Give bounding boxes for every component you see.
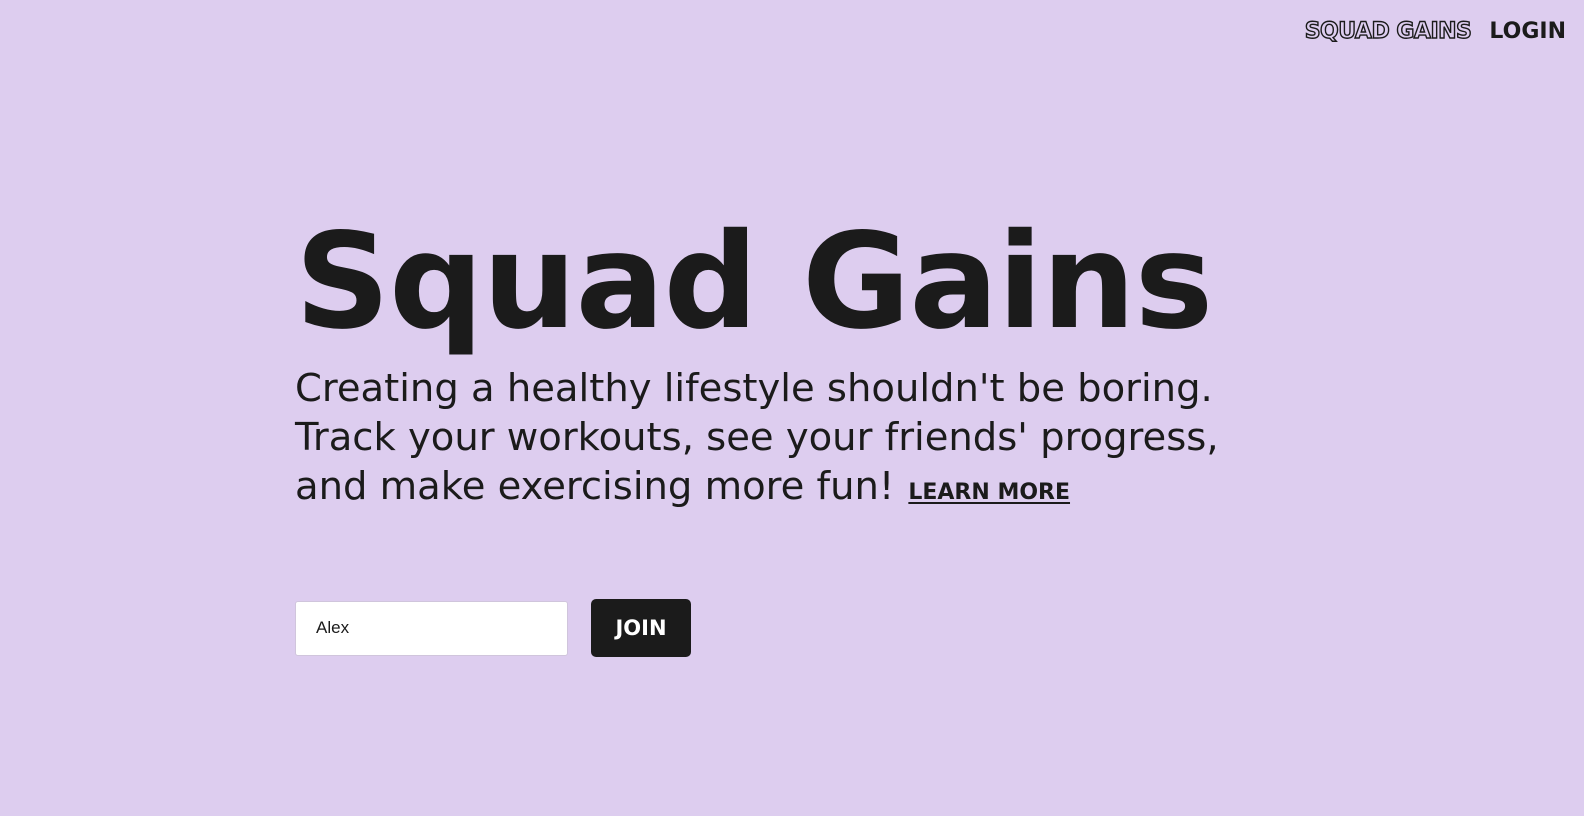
- hero-description-line-1: Creating a healthy lifestyle shouldn't b…: [295, 366, 1213, 411]
- hero-description-line-2: Track your workouts, see your friends' p…: [295, 415, 1219, 460]
- learn-more-link[interactable]: LEARN MORE: [908, 482, 1070, 504]
- hero-section: Squad Gains Creating a healthy lifestyle…: [295, 200, 1275, 511]
- join-button[interactable]: JOIN: [591, 599, 691, 657]
- join-form: JOIN: [295, 599, 691, 657]
- hero-title: Squad Gains: [295, 205, 1213, 359]
- login-link[interactable]: LOGIN: [1489, 19, 1566, 44]
- hero-description-line-3: and make exercising more fun! LEARN MORE: [295, 462, 1275, 511]
- hero-description: Creating a healthy lifestyle shouldn't b…: [295, 364, 1275, 511]
- brand-link[interactable]: SQUAD GAINS: [1304, 18, 1473, 44]
- name-input[interactable]: [295, 600, 568, 656]
- top-nav: SQUAD GAINS LOGIN: [1304, 14, 1566, 48]
- hero-description-line-3-text: and make exercising more fun!: [295, 464, 895, 509]
